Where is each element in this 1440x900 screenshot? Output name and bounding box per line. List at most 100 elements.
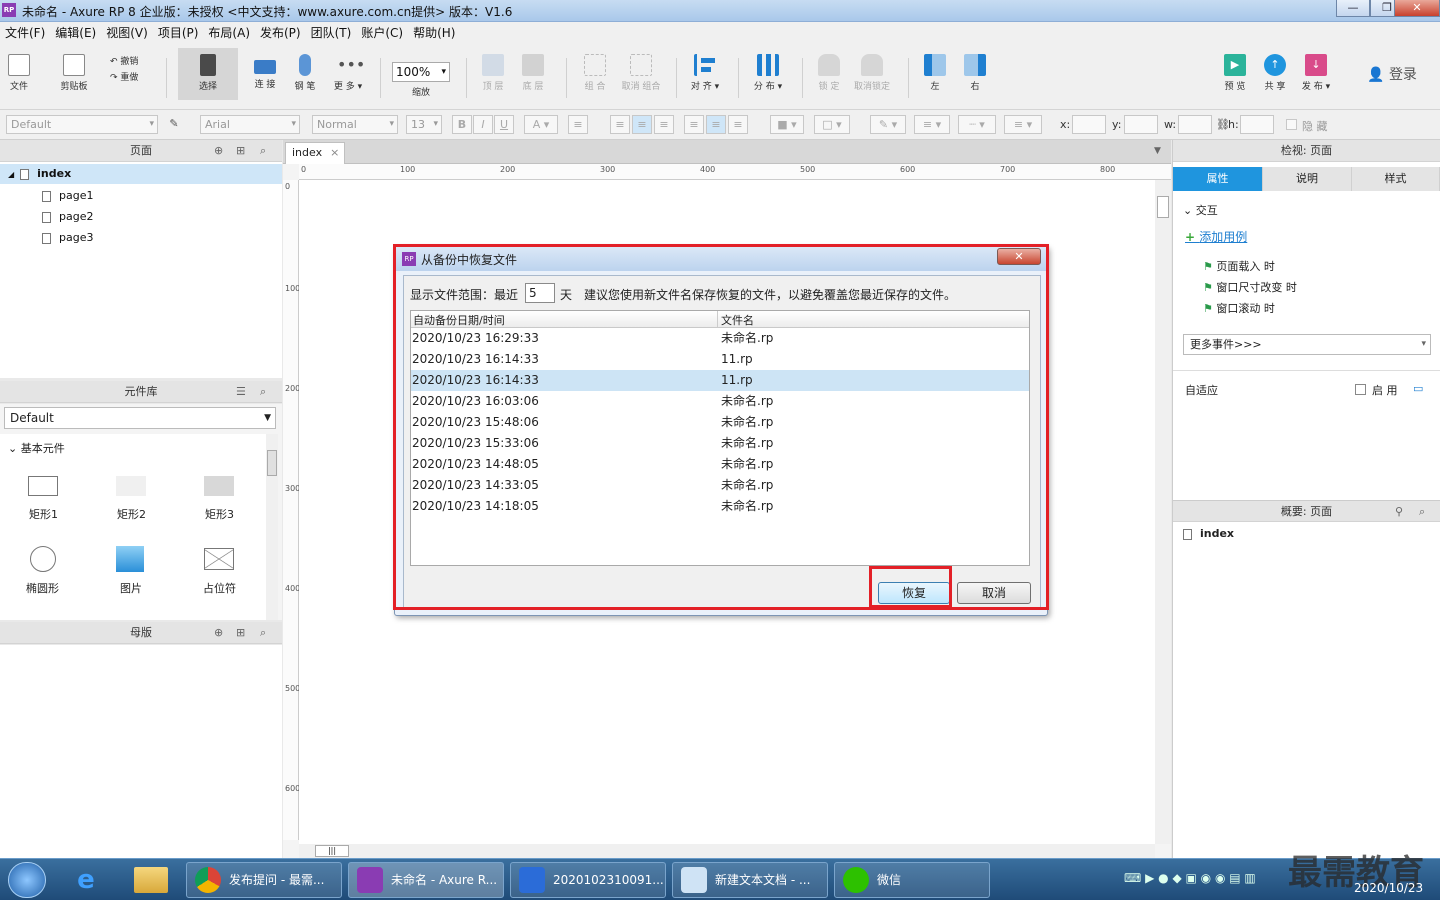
explorer-icon[interactable] [134, 867, 168, 893]
file-tool[interactable]: 文件 [6, 48, 32, 92]
distribute-button[interactable]: 分 布 ▾ [750, 48, 786, 92]
bold-button[interactable]: B [452, 115, 472, 134]
minimize-button[interactable]: — [1336, 0, 1370, 17]
filter-icon[interactable]: ⚲ [1395, 501, 1403, 523]
search-icon[interactable]: ⌕ [260, 381, 266, 403]
tab-menu-arrow-icon[interactable]: ▼ [1154, 146, 1161, 156]
align-text-center-button[interactable]: ≡ [632, 115, 652, 134]
task-axure[interactable]: 未命名 - Axure R... [348, 862, 504, 898]
h-input[interactable] [1240, 115, 1274, 134]
underline-button[interactable]: U [494, 115, 514, 134]
menu-help[interactable]: 帮助(H) [408, 22, 460, 44]
event-window-scroll[interactable]: ⚑ 窗口滚动 时 [1203, 300, 1275, 316]
unlock-button[interactable]: 取消锁定 [852, 48, 892, 92]
page-item-page3[interactable]: page3 [42, 228, 93, 248]
tab-properties[interactable]: 属性 [1173, 167, 1263, 191]
add-page-icon[interactable]: ⊕ [214, 140, 223, 162]
hide-checkbox[interactable] [1286, 119, 1297, 130]
menu-account[interactable]: 账户(C) [356, 22, 408, 44]
task-wechat[interactable]: 微信 [834, 862, 990, 898]
pen-tool[interactable]: 钢 笔 [290, 48, 320, 92]
tab-style[interactable]: 样式 [1352, 167, 1440, 191]
add-folder-icon[interactable]: ⊞ [236, 622, 245, 644]
menu-view[interactable]: 视图(V) [101, 22, 153, 44]
library-scrollbar[interactable] [266, 434, 278, 620]
search-icon[interactable]: ⌕ [260, 140, 266, 162]
shadow-button[interactable]: □ ▾ [814, 115, 850, 134]
line-width-button[interactable]: ≡ ▾ [914, 115, 950, 134]
publish-button[interactable]: ↓ 发 布 ▾ [1298, 48, 1334, 92]
ellipse-widget[interactable] [30, 546, 56, 572]
line-color-button[interactable]: ✎ ▾ [870, 115, 906, 134]
adaptive-enable-checkbox[interactable] [1355, 384, 1366, 395]
style-select[interactable]: Default [6, 115, 158, 134]
task-notepad[interactable]: 新建文本文档 - ... [672, 862, 828, 898]
rect3-widget[interactable] [204, 476, 234, 496]
close-button[interactable]: ✕ [1394, 0, 1440, 17]
ie-icon[interactable]: e [70, 865, 102, 895]
outline-item-index[interactable]: index [1183, 527, 1234, 540]
zoom-control[interactable]: 100% ▾ 缩放 [392, 48, 450, 98]
search-icon[interactable]: ⌕ [1419, 501, 1425, 523]
undo-button[interactable]: ↶ 撤销 [110, 54, 150, 67]
page-item-page2[interactable]: page2 [42, 207, 93, 227]
arrow-style-button[interactable]: ≡ ▾ [1004, 115, 1042, 134]
select-tool[interactable]: 选择 [178, 48, 238, 100]
font-family-select[interactable]: Arial [200, 115, 300, 134]
font-weight-select[interactable]: Normal [312, 115, 398, 134]
send-to-back-button[interactable]: 底 层 [518, 48, 548, 92]
valign-bottom-button[interactable]: ≡ [728, 115, 748, 134]
collapse-arrow-icon[interactable]: ◢ [8, 170, 14, 179]
line-style-button[interactable]: ┈ ▾ [958, 115, 996, 134]
interactions-section-header[interactable]: ⌄ 交互 [1183, 202, 1218, 218]
page-item-page1[interactable]: page1 [42, 186, 93, 206]
menu-edit[interactable]: 编辑(E) [50, 22, 101, 44]
library-select[interactable]: Default ▼ [4, 407, 276, 429]
placeholder-widget[interactable] [204, 548, 234, 570]
close-tab-icon[interactable]: × [330, 146, 339, 159]
valign-top-button[interactable]: ≡ [684, 115, 704, 134]
add-master-icon[interactable]: ⊕ [214, 622, 223, 644]
left-panel-toggle[interactable]: 左 [922, 48, 948, 92]
start-button[interactable] [8, 862, 46, 898]
align-text-left-button[interactable]: ≡ [610, 115, 630, 134]
canvas-vertical-scrollbar[interactable] [1155, 180, 1171, 844]
task-chrome[interactable]: 发布提问 - 最需... [186, 862, 342, 898]
ungroup-button[interactable]: 取消 组合 [618, 48, 664, 92]
right-panel-toggle[interactable]: 右 [962, 48, 988, 92]
search-icon[interactable]: ⌕ [260, 622, 266, 644]
group-button[interactable]: 组 合 [578, 48, 612, 92]
rect2-widget[interactable] [116, 476, 146, 496]
canvas-horizontal-scrollbar[interactable]: ||| [299, 844, 1155, 858]
font-size-select[interactable]: 13 [406, 115, 442, 134]
valign-middle-button[interactable]: ≡ [706, 115, 726, 134]
align-button[interactable]: 对 齐 ▾ [688, 48, 722, 92]
preview-button[interactable]: ▶ 预 览 [1220, 48, 1250, 92]
y-input[interactable] [1124, 115, 1158, 134]
menu-icon[interactable]: ☰ [236, 381, 246, 403]
rect1-widget[interactable] [28, 476, 58, 496]
zoom-select[interactable]: 100% ▾ [392, 62, 450, 82]
tab-notes[interactable]: 说明 [1263, 167, 1352, 191]
event-page-load[interactable]: ⚑ 页面载入 时 [1203, 258, 1275, 274]
task-word[interactable]: 2020102310091... [510, 862, 666, 898]
clipboard-tool[interactable]: 剪贴板 [56, 48, 92, 92]
login-button[interactable]: 👤 登录 [1362, 64, 1422, 84]
event-window-resize[interactable]: ⚑ 窗口尺寸改变 时 [1203, 279, 1297, 295]
menu-project[interactable]: 项目(P) [153, 22, 204, 44]
add-case-link[interactable]: + 添加用例 [1185, 228, 1247, 245]
menu-file[interactable]: 文件(F) [0, 22, 50, 44]
widget-group-header[interactable]: ⌄ 基本元件 [8, 440, 65, 456]
fill-color-button[interactable]: ■ ▾ [770, 115, 804, 134]
bullet-list-button[interactable]: ≡ [568, 115, 588, 134]
page-item-index[interactable]: ◢ index [0, 164, 282, 184]
add-folder-icon[interactable]: ⊞ [236, 140, 245, 162]
align-text-right-button[interactable]: ≡ [654, 115, 674, 134]
italic-button[interactable]: I [473, 115, 493, 134]
image-widget[interactable] [116, 546, 144, 572]
more-tool[interactable]: ••• 更 多 ▾ [330, 48, 366, 92]
system-tray-icons[interactable]: ⌨ ▶ ● ◆ ▣ ◉ ◉ ▤ ▥ [1124, 871, 1274, 889]
redo-button[interactable]: ↷ 重做 [110, 70, 150, 83]
bring-to-front-button[interactable]: 顶 层 [478, 48, 508, 92]
lock-button[interactable]: 锁 定 [814, 48, 844, 92]
